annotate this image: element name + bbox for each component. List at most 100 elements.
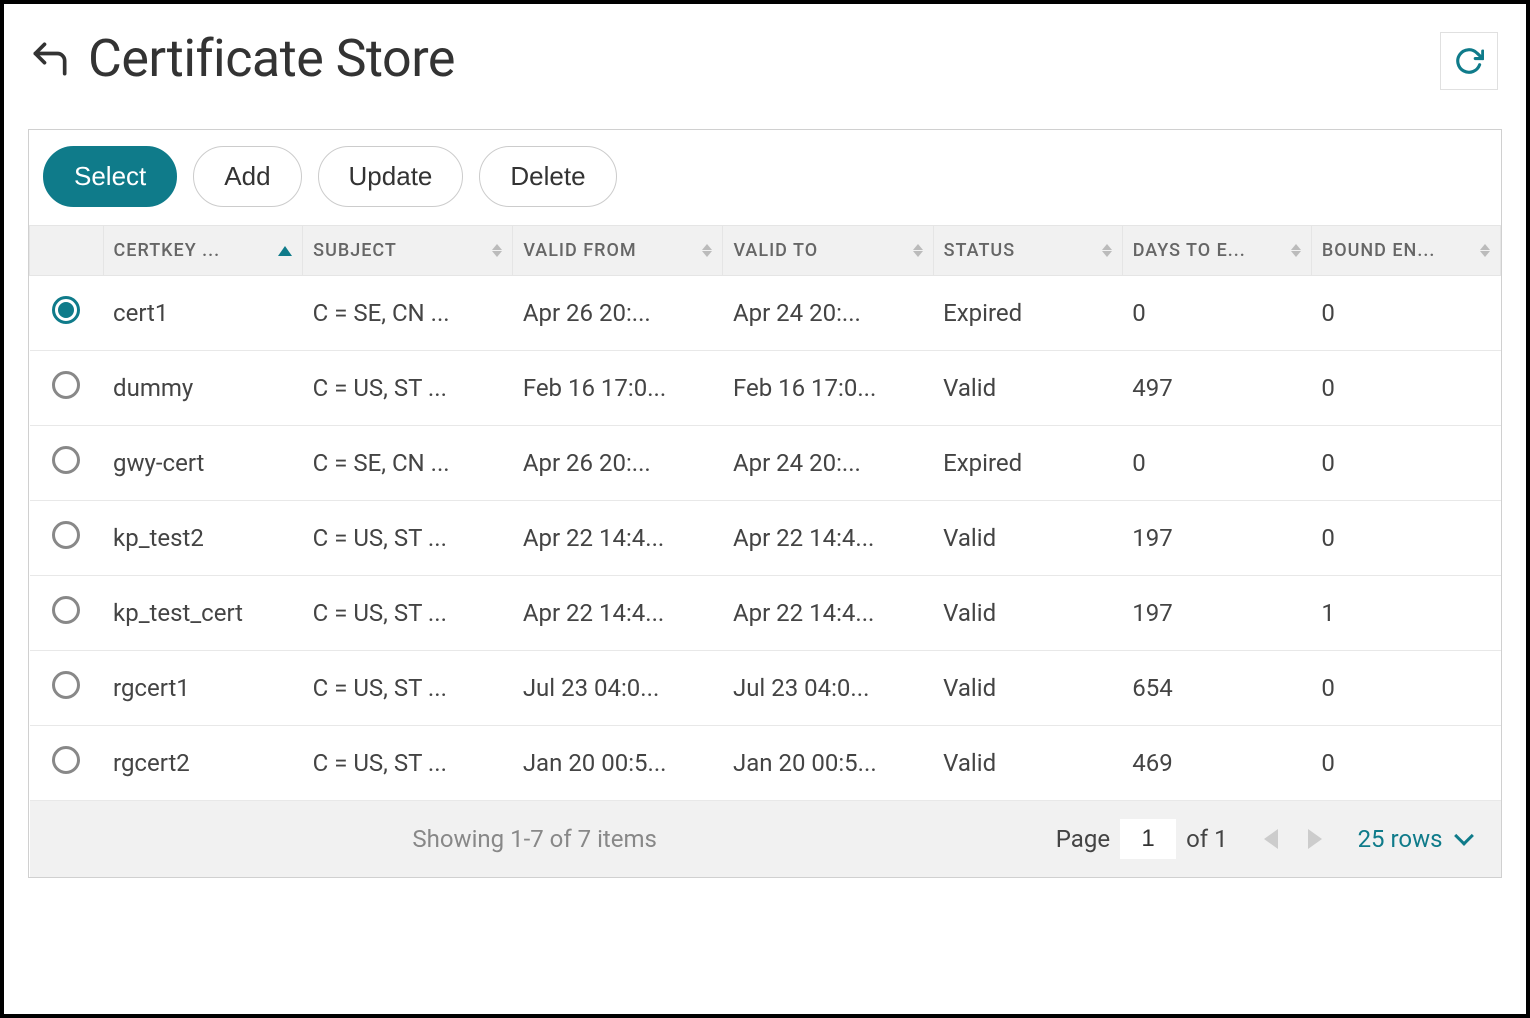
sort-icon [913,244,923,257]
cell-status: Valid [933,501,1122,576]
cell-subject: C = US, ST ... [303,501,513,576]
cell-certkey: dummy [103,351,303,426]
cell-bound: 0 [1311,501,1500,576]
cell-valid-to: Feb 16 17:0... [723,351,933,426]
cell-subject: C = US, ST ... [303,351,513,426]
row-radio[interactable] [52,371,80,399]
cell-valid-to: Jan 20 00:5... [723,726,933,801]
cell-valid-to: Jul 23 04:0... [723,651,933,726]
cell-valid-from: Feb 16 17:0... [513,351,723,426]
sort-asc-icon [278,246,292,256]
cell-valid-to: Apr 24 20:... [723,426,933,501]
sort-icon [1291,244,1301,257]
column-header-valid-to[interactable]: VALID TO [723,226,933,276]
toolbar: Select Add Update Delete [29,130,1501,225]
cell-valid-from: Jan 20 00:5... [513,726,723,801]
chevron-down-icon [1454,826,1474,846]
rows-per-page-select[interactable]: 25 rows [1358,825,1471,853]
cell-status: Valid [933,351,1122,426]
column-header-select [30,226,104,276]
cell-subject: C = US, ST ... [303,576,513,651]
cell-valid-to: Apr 24 20:... [723,276,933,351]
column-label-bound: BOUND EN... [1322,240,1435,261]
cell-valid-to: Apr 22 14:4... [723,576,933,651]
delete-button[interactable]: Delete [479,146,616,207]
cell-status: Valid [933,651,1122,726]
cell-subject: C = US, ST ... [303,651,513,726]
page-label: Page [1056,825,1110,853]
cell-status: Valid [933,726,1122,801]
table-row[interactable]: gwy-certC = SE, CN ...Apr 26 20:...Apr 2… [30,426,1501,501]
column-label-days: DAYS TO E... [1133,240,1246,261]
showing-label: Showing 1-7 of 7 items [50,825,1020,853]
column-header-status[interactable]: STATUS [933,226,1122,276]
cell-status: Expired [933,426,1122,501]
cell-valid-from: Apr 22 14:4... [513,576,723,651]
row-radio[interactable] [52,296,80,324]
table-row[interactable]: rgcert1C = US, ST ...Jul 23 04:0...Jul 2… [30,651,1501,726]
cell-days: 0 [1122,426,1311,501]
page-of-label: of 1 [1186,825,1227,853]
add-button[interactable]: Add [193,146,301,207]
cell-certkey: kp_test_cert [103,576,303,651]
column-header-certkey[interactable]: CERTKEY ... [103,226,303,276]
table-row[interactable]: dummyC = US, ST ...Feb 16 17:0...Feb 16 … [30,351,1501,426]
column-label-certkey: CERTKEY ... [114,240,221,261]
column-label-status: STATUS [944,240,1016,261]
cell-certkey: cert1 [103,276,303,351]
cell-bound: 0 [1311,726,1500,801]
cell-status: Expired [933,276,1122,351]
prev-page-icon[interactable] [1264,829,1278,849]
cell-days: 197 [1122,576,1311,651]
cell-bound: 0 [1311,426,1500,501]
cell-valid-from: Apr 26 20:... [513,276,723,351]
next-page-icon[interactable] [1308,829,1322,849]
row-radio[interactable] [52,746,80,774]
cell-certkey: rgcert2 [103,726,303,801]
cell-subject: C = US, ST ... [303,726,513,801]
row-radio[interactable] [52,521,80,549]
column-label-subject: SUBJECT [313,240,397,261]
table-row[interactable]: cert1C = SE, CN ...Apr 26 20:...Apr 24 2… [30,276,1501,351]
column-label-valid-to: VALID TO [733,240,818,261]
cell-days: 469 [1122,726,1311,801]
table-row[interactable]: kp_test2C = US, ST ...Apr 22 14:4...Apr … [30,501,1501,576]
cell-subject: C = SE, CN ... [303,426,513,501]
cell-certkey: gwy-cert [103,426,303,501]
row-radio[interactable] [52,446,80,474]
table-row[interactable]: rgcert2C = US, ST ...Jan 20 00:5...Jan 2… [30,726,1501,801]
column-header-days[interactable]: DAYS TO E... [1122,226,1311,276]
column-header-subject[interactable]: SUBJECT [303,226,513,276]
column-label-valid-from: VALID FROM [523,240,636,261]
cell-days: 497 [1122,351,1311,426]
table-footer: Showing 1-7 of 7 items Page of 1 25 rows [50,819,1481,859]
cell-valid-from: Apr 26 20:... [513,426,723,501]
update-button[interactable]: Update [318,146,464,207]
cell-status: Valid [933,576,1122,651]
cell-bound: 0 [1311,651,1500,726]
table-row[interactable]: kp_test_certC = US, ST ...Apr 22 14:4...… [30,576,1501,651]
certificate-panel: Select Add Update Delete CERTKEY ... [28,129,1502,878]
cell-certkey: kp_test2 [103,501,303,576]
back-icon[interactable] [28,37,72,81]
sort-icon [702,244,712,257]
sort-icon [492,244,502,257]
cell-days: 0 [1122,276,1311,351]
rows-label: 25 rows [1358,825,1443,853]
select-button[interactable]: Select [43,146,177,207]
row-radio[interactable] [52,671,80,699]
page-title: Certificate Store [88,28,455,89]
refresh-button[interactable] [1440,32,1498,90]
cell-bound: 0 [1311,276,1500,351]
row-radio[interactable] [52,596,80,624]
cell-days: 197 [1122,501,1311,576]
cell-certkey: rgcert1 [103,651,303,726]
cell-valid-from: Jul 23 04:0... [513,651,723,726]
column-header-bound[interactable]: BOUND EN... [1311,226,1500,276]
cell-days: 654 [1122,651,1311,726]
certificate-table: CERTKEY ... SUBJECT VALID FROM [29,225,1501,877]
column-header-valid-from[interactable]: VALID FROM [513,226,723,276]
page-input[interactable] [1120,819,1176,859]
cell-bound: 1 [1311,576,1500,651]
sort-icon [1102,244,1112,257]
